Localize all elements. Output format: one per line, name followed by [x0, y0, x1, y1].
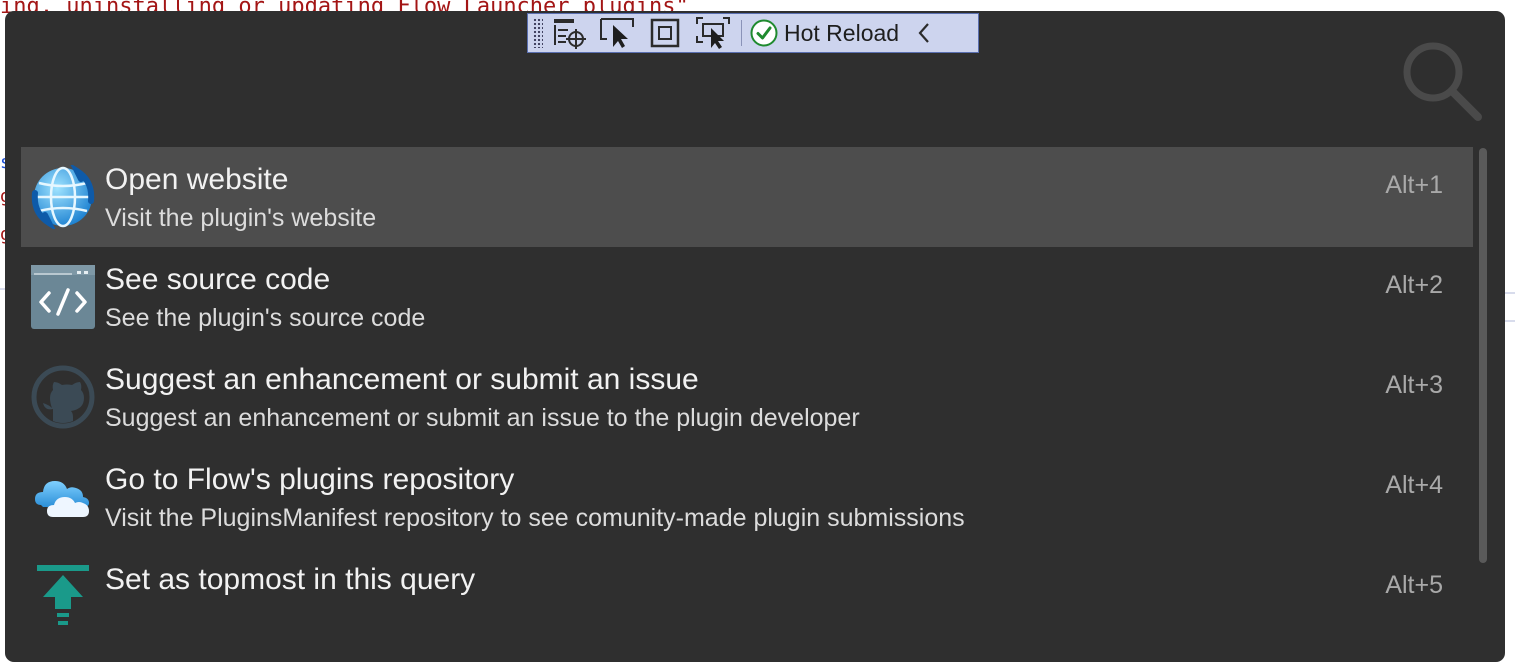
cloud-icon	[35, 481, 89, 517]
globe-icon	[31, 165, 95, 229]
select-element-button[interactable]	[595, 15, 639, 51]
result-item-see-source-code[interactable]: See source code See the plugin's source …	[21, 247, 1473, 347]
results-list: Open website Visit the plugin's website …	[21, 147, 1473, 647]
result-shortcut: Alt+3	[1385, 371, 1443, 399]
result-subtitle: See the plugin's source code	[105, 304, 426, 332]
source-code-icon	[31, 265, 95, 329]
result-title: See source code	[105, 263, 331, 296]
github-icon	[31, 365, 95, 429]
adorner-box-icon	[650, 18, 680, 48]
background-divider	[1505, 292, 1515, 294]
result-title: Open website	[105, 163, 289, 196]
result-shortcut: Alt+1	[1385, 171, 1443, 199]
result-subtitle: Suggest an enhancement or submit an issu…	[105, 404, 860, 432]
toolbar-separator	[741, 20, 742, 46]
launcher-window: Open website Visit the plugin's website …	[5, 11, 1505, 662]
result-subtitle: Visit the PluginsManifest repository to …	[105, 504, 965, 532]
result-subtitle: Visit the plugin's website	[105, 204, 377, 232]
topmost-icon	[37, 565, 89, 625]
result-title: Go to Flow's plugins repository	[105, 463, 515, 496]
chevron-left-icon	[918, 23, 929, 43]
background-divider	[1505, 320, 1515, 322]
visual-tree-icon	[554, 19, 586, 49]
result-item-open-website[interactable]: Open website Visit the plugin's website …	[21, 147, 1473, 247]
display-layout-adorners-button[interactable]	[643, 15, 687, 51]
track-focused-element-button[interactable]	[691, 15, 735, 51]
result-item-suggest-enhancement[interactable]: Suggest an enhancement or submit an issu…	[21, 347, 1473, 447]
search-icon[interactable]	[1400, 39, 1485, 124]
toolbar-grip-handle[interactable]	[533, 18, 543, 48]
track-focus-icon	[696, 17, 730, 49]
hot-reload-indicator[interactable]: Hot Reload	[750, 15, 899, 51]
result-shortcut: Alt+5	[1385, 571, 1443, 599]
check-circle-icon	[750, 19, 778, 47]
result-item-set-topmost[interactable]: Set as topmost in this query Alt+5	[21, 547, 1473, 647]
collapse-toolbar-button[interactable]	[917, 15, 937, 51]
live-visual-tree-button[interactable]	[547, 15, 591, 51]
debug-toolbar: Hot Reload	[527, 13, 979, 53]
results-scrollbar[interactable]	[1479, 148, 1487, 563]
select-cursor-icon	[600, 18, 634, 48]
result-title: Set as topmost in this query	[105, 563, 476, 596]
result-title: Suggest an enhancement or submit an issu…	[105, 363, 699, 396]
result-item-plugins-repository[interactable]: Go to Flow's plugins repository Visit th…	[21, 447, 1473, 547]
result-shortcut: Alt+4	[1385, 471, 1443, 499]
hot-reload-label: Hot Reload	[784, 19, 900, 46]
result-shortcut: Alt+2	[1385, 271, 1443, 299]
